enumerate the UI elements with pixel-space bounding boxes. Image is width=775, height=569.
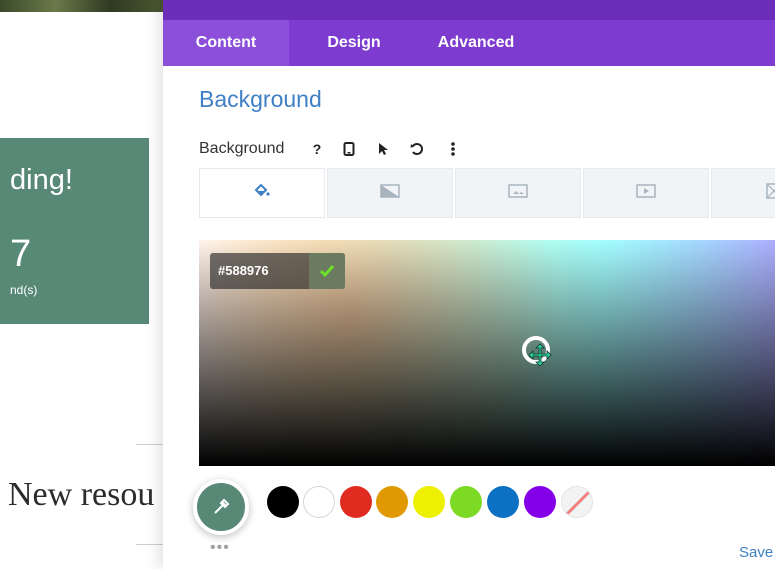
swatch-black[interactable] — [267, 486, 299, 518]
gradient-tab[interactable] — [327, 168, 453, 218]
video-icon — [636, 183, 656, 203]
modal-header-bar — [163, 0, 775, 20]
color-picker-area[interactable]: #588976 — [199, 240, 775, 466]
no-color-icon — [564, 489, 592, 517]
tab-content[interactable]: Content — [163, 20, 289, 66]
mobile-icon[interactable] — [338, 138, 360, 160]
new-resources-heading: New resou — [8, 476, 155, 513]
card-number: 7 — [10, 233, 32, 275]
swatch-green[interactable] — [450, 486, 482, 518]
divider-line — [136, 444, 165, 445]
tab-design[interactable]: Design — [289, 20, 419, 66]
pattern-icon — [766, 182, 775, 204]
gradient-icon — [380, 183, 400, 203]
color-tab[interactable] — [199, 168, 325, 218]
swatch-red[interactable] — [340, 486, 372, 518]
cursor-icon[interactable] — [372, 138, 394, 160]
stat-card: ding! 7 nd(s) — [0, 138, 149, 324]
help-icon[interactable]: ? — [306, 138, 328, 160]
eyedropper-icon — [214, 498, 230, 514]
background-type-tabs — [199, 168, 775, 218]
swatch-transparent[interactable] — [561, 486, 593, 518]
background-option-label: Background — [199, 140, 285, 157]
image-tab[interactable] — [455, 168, 581, 218]
video-tab[interactable] — [583, 168, 709, 218]
more-swatches-button[interactable]: ••• — [210, 539, 230, 557]
section-title[interactable]: Background — [199, 86, 322, 113]
move-cursor-icon — [528, 343, 552, 367]
more-icon[interactable] — [442, 138, 464, 160]
confirm-color-button[interactable] — [309, 253, 345, 289]
swatch-orange[interactable] — [376, 486, 408, 518]
tab-advanced[interactable]: Advanced — [419, 20, 533, 66]
image-icon — [508, 183, 528, 203]
pattern-tab[interactable] — [711, 168, 775, 218]
undo-icon[interactable] — [406, 138, 428, 160]
module-settings-modal: Content Design Advanced Background Backg… — [163, 0, 775, 569]
divider-line — [136, 544, 165, 545]
checkmark-icon — [319, 265, 335, 278]
hex-value[interactable]: #588976 — [218, 263, 269, 278]
header-photo-strip — [0, 0, 165, 12]
swatch-white[interactable] — [303, 486, 335, 518]
hex-input[interactable]: #588976 — [210, 253, 345, 289]
swatch-purple[interactable] — [524, 486, 556, 518]
swatch-yellow[interactable] — [413, 486, 445, 518]
settings-tabs: Content Design Advanced — [163, 20, 775, 66]
swatch-blue[interactable] — [487, 486, 519, 518]
card-unit: nd(s) — [10, 283, 38, 297]
paint-bucket-icon — [253, 183, 271, 204]
saved-colors-link[interactable]: Save — [739, 544, 773, 561]
card-heading: ding! — [10, 164, 73, 196]
eyedropper-button[interactable] — [193, 479, 249, 535]
